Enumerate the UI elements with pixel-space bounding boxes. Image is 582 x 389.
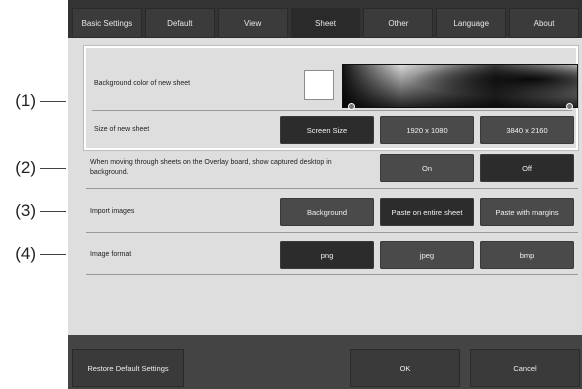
format-bmp-button[interactable]: bmp bbox=[480, 241, 574, 269]
divider bbox=[86, 232, 578, 233]
slider-right-handle[interactable] bbox=[566, 103, 573, 110]
tab-about[interactable]: About bbox=[509, 8, 580, 38]
color-range-slider[interactable] bbox=[348, 103, 573, 110]
overlay-off-button[interactable]: Off bbox=[480, 154, 574, 182]
restore-defaults-button[interactable]: Restore Default Settings bbox=[72, 349, 184, 387]
sheet-settings-panel: Background color of new sheet Size of ne… bbox=[68, 38, 582, 335]
bg-color-label: Background color of new sheet bbox=[94, 80, 191, 87]
size-1920-button[interactable]: 1920 x 1080 bbox=[380, 116, 474, 144]
overlay-label: When moving through sheets on the Overla… bbox=[90, 159, 332, 176]
size-screen-button[interactable]: Screen Size bbox=[280, 116, 374, 144]
import-paste-entire-button[interactable]: Paste on entire sheet bbox=[380, 198, 474, 226]
tab-sheet[interactable]: Sheet bbox=[290, 8, 361, 38]
tab-view[interactable]: View bbox=[217, 8, 288, 38]
callout-2-label: (2) bbox=[15, 158, 36, 177]
overlay-on-button[interactable]: On bbox=[380, 154, 474, 182]
callout-2-line bbox=[40, 167, 66, 169]
color-gradient-picker[interactable] bbox=[342, 64, 578, 108]
import-background-button[interactable]: Background bbox=[280, 198, 374, 226]
size-3840-button[interactable]: 3840 x 2160 bbox=[480, 116, 574, 144]
dialog-footer: Restore Default Settings OK Cancel bbox=[68, 335, 582, 389]
callout-3-label: (3) bbox=[15, 201, 36, 220]
format-label: Image format bbox=[90, 251, 132, 258]
bg-color-swatch[interactable] bbox=[304, 70, 334, 100]
format-png-button[interactable]: png bbox=[280, 241, 374, 269]
divider bbox=[86, 274, 578, 275]
size-label: Size of new sheet bbox=[94, 126, 150, 133]
ok-button[interactable]: OK bbox=[350, 349, 460, 387]
import-label: Import images bbox=[90, 208, 135, 215]
callout-3-line bbox=[40, 210, 66, 212]
tab-basic-settings[interactable]: Basic Settings bbox=[72, 8, 142, 38]
callout-1: (1) bbox=[0, 91, 66, 111]
divider bbox=[86, 188, 578, 189]
sheet-defaults-group: Background color of new sheet Size of ne… bbox=[83, 45, 579, 151]
settings-dialog: Basic Settings Default View Sheet Other … bbox=[68, 0, 582, 389]
callout-4-line bbox=[40, 253, 66, 255]
callout-1-line bbox=[40, 100, 66, 102]
callout-3: (3) bbox=[0, 201, 66, 221]
callout-4-label: (4) bbox=[15, 244, 36, 263]
divider bbox=[92, 110, 572, 111]
format-jpeg-button[interactable]: jpeg bbox=[380, 241, 474, 269]
callout-4: (4) bbox=[0, 244, 66, 264]
cancel-button[interactable]: Cancel bbox=[470, 349, 580, 387]
tab-default[interactable]: Default bbox=[144, 8, 215, 38]
tab-other[interactable]: Other bbox=[363, 8, 434, 38]
import-paste-margins-button[interactable]: Paste with margins bbox=[480, 198, 574, 226]
callout-2: (2) bbox=[0, 158, 66, 178]
slider-left-handle[interactable] bbox=[348, 103, 355, 110]
callout-1-label: (1) bbox=[15, 91, 36, 110]
tab-bar: Basic Settings Default View Sheet Other … bbox=[68, 0, 582, 38]
tab-language[interactable]: Language bbox=[436, 8, 507, 38]
